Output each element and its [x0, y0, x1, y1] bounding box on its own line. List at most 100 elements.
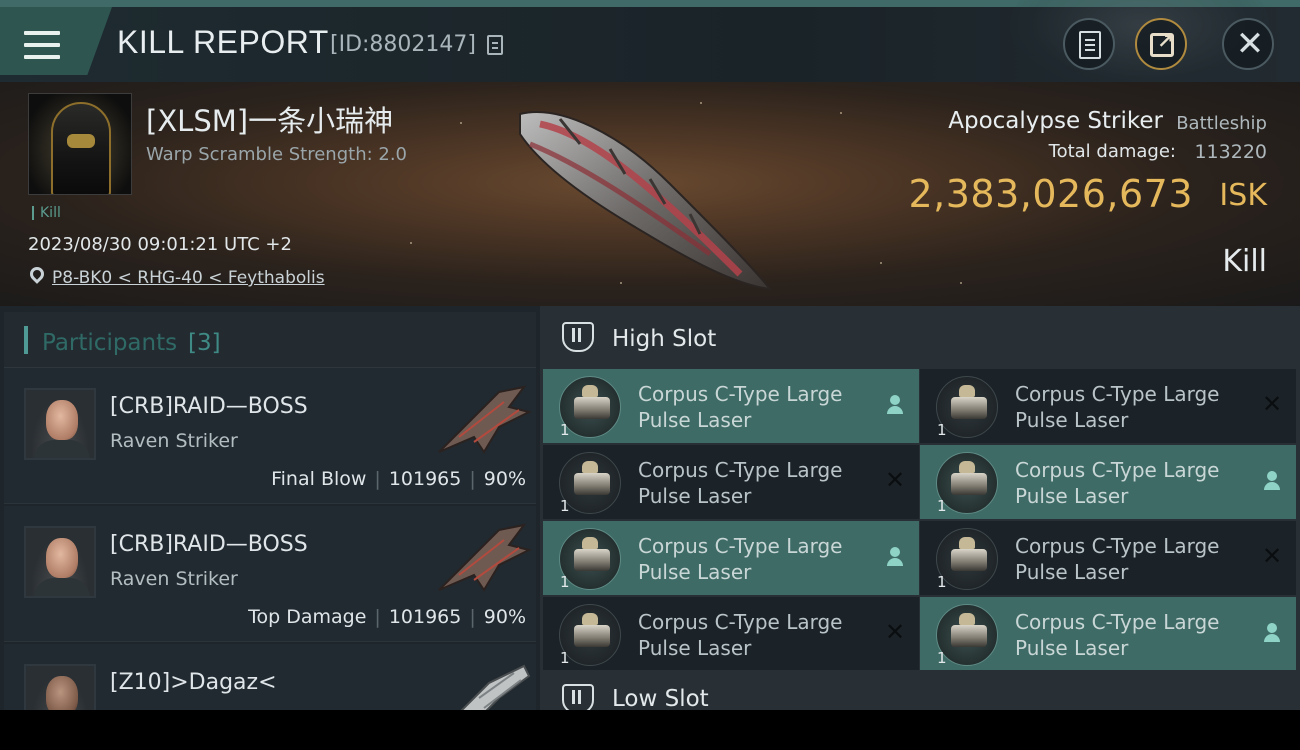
menu-button[interactable]: [0, 7, 112, 75]
destroyed-icon: ✕: [1261, 390, 1283, 418]
participant-damage: 101965: [388, 468, 462, 490]
total-damage-label: Total damage:: [1048, 141, 1176, 162]
module-quantity: 1: [937, 649, 947, 667]
stat-divider: |: [469, 468, 476, 490]
low-slot-header[interactable]: Low Slot: [540, 670, 1300, 710]
stat-divider: |: [469, 606, 476, 628]
destroyed-icon: ✕: [884, 466, 906, 494]
module-name-line: Corpus C-Type Large: [638, 534, 843, 558]
page-title: KILL REPORT: [117, 24, 329, 60]
location-link[interactable]: P8-BK0 < RHG-40 < Feythabolis: [52, 268, 325, 288]
high-slot-icon: [562, 322, 594, 352]
participant-stats: Final Blow | 101965 | 90%: [271, 468, 526, 490]
victim-ship-image: [519, 111, 773, 291]
notes-icon: [1079, 31, 1101, 59]
module-name-line: Pulse Laser: [638, 408, 752, 432]
destroyed-icon: ✕: [884, 618, 906, 646]
dropped-icon: [1260, 467, 1284, 493]
report-id: [ID:8802147]: [330, 32, 476, 57]
participant-ship: Raven Striker: [110, 568, 238, 590]
destroyed-icon: ✕: [1261, 542, 1283, 570]
module-name-line: Corpus C-Type Large: [1015, 610, 1220, 634]
module-name-line: Corpus C-Type Large: [1015, 382, 1220, 406]
warp-scramble-strength: Warp Scramble Strength: 2.0: [146, 144, 408, 165]
share-icon: [1150, 29, 1174, 57]
participant-card[interactable]: [Z10]>Dagaz<: [4, 644, 536, 710]
module-name-line: Corpus C-Type Large: [1015, 458, 1220, 482]
participant-name[interactable]: [CRB]RAID—BOSS: [110, 394, 308, 419]
module-name: Corpus C-Type Large Pulse Laser: [638, 609, 878, 661]
total-damage-value: 113220: [1194, 141, 1267, 163]
module-quantity: 1: [560, 573, 570, 591]
module-quantity: 1: [560, 649, 570, 667]
module-item[interactable]: 1 Corpus C-Type Large Pulse Laser ✕: [920, 521, 1296, 595]
module-quantity: 1: [937, 421, 947, 439]
module-name-line: Corpus C-Type Large: [1015, 534, 1220, 558]
low-slot-label: Low Slot: [612, 686, 709, 710]
victim-name[interactable]: [XLSM]一条小瑞神: [146, 98, 393, 140]
notes-button[interactable]: [1063, 18, 1115, 70]
header-bar: KILL REPORT [ID:8802147] ✕: [0, 0, 1300, 90]
module-name: Corpus C-Type Large Pulse Laser: [638, 457, 878, 509]
kill-datetime: 2023/08/30 09:01:21 UTC +2: [28, 234, 292, 255]
victim-ship-name[interactable]: Apocalypse Striker: [948, 108, 1163, 134]
participant-role: Top Damage: [248, 606, 367, 628]
module-item[interactable]: 1 Corpus C-Type Large Pulse Laser ✕: [543, 597, 919, 671]
module-name-line: Pulse Laser: [1015, 636, 1129, 660]
participant-role: Final Blow: [271, 468, 367, 490]
victim-avatar[interactable]: [28, 93, 132, 195]
participant-ship-image: [460, 664, 531, 710]
module-item[interactable]: 1 Corpus C-Type Large Pulse Laser: [920, 597, 1296, 671]
victim-summary: [XLSM]一条小瑞神 Warp Scramble Strength: 2.0 …: [0, 82, 1300, 306]
kill-report-window: KILL REPORT [ID:8802147] ✕ [XLSM]一条小瑞神 W…: [0, 0, 1300, 710]
module-name: Corpus C-Type Large Pulse Laser: [638, 381, 878, 433]
participant-name[interactable]: [Z10]>Dagaz<: [110, 670, 277, 695]
participant-stats: Top Damage | 101965 | 90%: [248, 606, 526, 628]
stat-divider: |: [374, 606, 381, 628]
dropped-icon: [883, 543, 907, 569]
participant-avatar[interactable]: [24, 526, 96, 598]
close-button[interactable]: ✕: [1222, 18, 1274, 70]
module-name-line: Pulse Laser: [638, 484, 752, 508]
participants-title: Participants: [42, 330, 178, 356]
module-name-line: Pulse Laser: [1015, 408, 1129, 432]
participant-ship: Raven Striker: [110, 430, 238, 452]
module-name-line: Pulse Laser: [638, 560, 752, 584]
participant-percent: 90%: [483, 468, 526, 490]
module-item[interactable]: 1 Corpus C-Type Large Pulse Laser ✕: [920, 369, 1296, 443]
participant-avatar[interactable]: [24, 388, 96, 460]
participants-panel: Participants [3] [CRB]RAID—BOSS Raven St…: [0, 306, 540, 710]
module-item[interactable]: 1 Corpus C-Type Large Pulse Laser: [920, 445, 1296, 519]
high-slot-header[interactable]: High Slot: [540, 306, 1300, 370]
participant-card[interactable]: [CRB]RAID—BOSS Raven Striker Final Blow |…: [4, 368, 536, 504]
participant-avatar[interactable]: [24, 664, 96, 710]
section-marker: [24, 326, 28, 354]
share-button[interactable]: [1135, 18, 1187, 70]
module-quantity: 1: [560, 497, 570, 515]
low-slot-icon: [562, 684, 594, 710]
participant-percent: 90%: [483, 606, 526, 628]
participant-damage: 101965: [388, 606, 462, 628]
module-name: Corpus C-Type Large Pulse Laser: [1015, 609, 1255, 661]
module-name-line: Pulse Laser: [1015, 484, 1129, 508]
dropped-icon: [1260, 619, 1284, 645]
letterbox-bar: [0, 710, 1300, 750]
close-icon: ✕: [1235, 24, 1265, 64]
result-label: Kill: [1222, 244, 1267, 279]
module-item[interactable]: 1 Corpus C-Type Large Pulse Laser: [543, 521, 919, 595]
module-item[interactable]: 1 Corpus C-Type Large Pulse Laser ✕: [543, 445, 919, 519]
module-name-line: Corpus C-Type Large: [638, 382, 843, 406]
participant-name[interactable]: [CRB]RAID—BOSS: [110, 532, 308, 557]
kill-tag: Kill: [32, 206, 61, 220]
victim-ship-class: Battleship: [1176, 113, 1267, 134]
isk-value: 2,383,026,673: [908, 172, 1193, 216]
module-name: Corpus C-Type Large Pulse Laser: [1015, 533, 1255, 585]
isk-unit: ISK: [1219, 178, 1267, 213]
dropped-icon: [883, 391, 907, 417]
module-item[interactable]: 1 Corpus C-Type Large Pulse Laser: [543, 369, 919, 443]
participant-ship-image: [438, 385, 532, 454]
module-name-line: Pulse Laser: [1015, 560, 1129, 584]
participant-card[interactable]: [CRB]RAID—BOSS Raven Striker Top Damage |…: [4, 506, 536, 642]
menu-icon: [24, 31, 60, 61]
copy-icon[interactable]: [487, 35, 503, 55]
